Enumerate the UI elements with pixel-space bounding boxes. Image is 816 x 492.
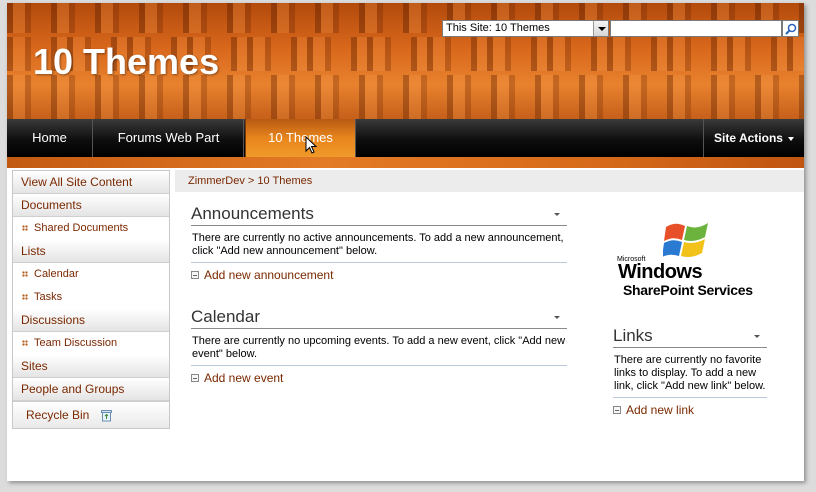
web-part-title-bar: Announcements [191,202,567,226]
windows-sharepoint-services-logo: Microsoft Windows SharePoint Services [617,216,777,298]
site-actions-menu[interactable]: Site Actions [703,119,804,157]
recycle-bin-label: Recycle Bin [26,408,90,422]
announcements-title[interactable]: Announcements [191,204,314,223]
quicklaunch-heading-lists[interactable]: Lists [13,240,169,263]
site-title[interactable]: 10 Themes [33,41,219,83]
quicklaunch-heading-documents[interactable]: Documents [13,194,169,217]
bullet-dots-icon [22,294,28,301]
add-item-icon [191,270,199,279]
bullet-dots-icon [22,271,28,278]
search-icon [785,23,797,35]
header-accent-strip [7,157,804,168]
web-part-title-bar: Calendar [191,305,567,329]
quicklaunch-item-label: Shared Documents [34,222,129,234]
breadcrumb-separator: > [247,175,255,187]
quicklaunch-item-label: Calendar [34,268,79,280]
calendar-title[interactable]: Calendar [191,307,260,326]
announcements-empty-message: There are currently no active announceme… [191,226,567,263]
logo-sharepoint-text: SharePoint Services [623,282,753,298]
nav-tab-10-themes[interactable]: 10 Themes [245,119,356,157]
quicklaunch-item-tasks[interactable]: Tasks [13,286,169,309]
links-empty-message: There are currently no favorite links to… [613,348,767,398]
quicklaunch-item-label: Team Discussion [34,337,118,349]
search-scope-value: This Site: 10 Themes [446,22,550,34]
search-button[interactable] [782,20,799,37]
search-scope-select[interactable]: This Site: 10 Themes [442,20,609,37]
web-part-menu-icon[interactable] [754,335,760,338]
quicklaunch-heading-sites[interactable]: Sites [13,355,169,378]
add-new-link-link[interactable]: Add new link [613,402,767,418]
web-part-menu-icon[interactable] [554,213,560,216]
bullet-dots-icon [22,340,28,347]
breadcrumb: ZimmerDev > 10 Themes [175,170,804,192]
quick-launch-nav: View All Site Content Documents Shared D… [12,170,170,429]
browser-page: 10 Themes This Site: 10 Themes Home Foru… [7,3,804,481]
calendar-web-part: Calendar There are currently no upcoming… [191,305,567,386]
breadcrumb-current[interactable]: 10 Themes [257,175,312,187]
view-all-site-content-link[interactable]: View All Site Content [13,171,169,194]
links-title[interactable]: Links [613,326,653,345]
bullet-dots-icon [22,225,28,232]
quicklaunch-item-shared-documents[interactable]: Shared Documents [13,217,169,240]
logo-windows-text: Windows [618,261,703,283]
top-navigation-bar: Home Forums Web Part 10 Themes Site Acti… [7,119,804,157]
recycle-bin-link[interactable]: Recycle Bin [13,401,169,428]
announcements-web-part: Announcements There are currently no act… [191,202,567,283]
quicklaunch-heading-discussions[interactable]: Discussions [13,309,169,332]
nav-tab-forums-web-part[interactable]: Forums Web Part [94,119,244,157]
quicklaunch-item-label: Tasks [34,291,63,303]
calendar-empty-message: There are currently no upcoming events. … [191,329,567,366]
quicklaunch-heading-people-and-groups[interactable]: People and Groups [13,378,169,401]
add-item-icon [613,405,621,414]
quicklaunch-item-calendar[interactable]: Calendar [13,263,169,286]
add-new-event-label: Add new event [204,371,284,385]
caret-down-icon [787,136,794,141]
site-actions-label: Site Actions [714,131,783,145]
quicklaunch-item-team-discussion[interactable]: Team Discussion [13,332,169,355]
add-new-link-label: Add new link [626,403,695,417]
breadcrumb-root-link[interactable]: ZimmerDev [188,175,245,187]
add-new-announcement-label: Add new announcement [204,268,334,282]
site-header-banner: 10 Themes This Site: 10 Themes [7,3,804,119]
links-web-part: Links There are currently no favorite li… [613,324,767,418]
windows-flag-icon [663,223,708,257]
recycle-bin-icon [100,409,112,422]
add-new-event-link[interactable]: Add new event [191,370,567,386]
chevron-down-icon[interactable] [593,21,608,36]
web-part-title-bar: Links [613,324,767,348]
nav-tab-home[interactable]: Home [7,119,93,157]
search-input[interactable] [610,20,782,37]
add-item-icon [191,373,199,382]
web-part-menu-icon[interactable] [554,316,560,319]
add-new-announcement-link[interactable]: Add new announcement [191,267,567,283]
mouse-pointer-icon [305,136,317,154]
